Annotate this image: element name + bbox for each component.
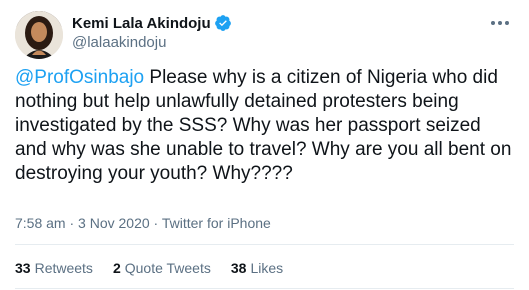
tweet-text: @ProfOsinbajo Please why is a citizen of… [15, 66, 515, 186]
tweet-source[interactable]: Twitter for iPhone [162, 215, 271, 231]
meta-separator-2: · [149, 215, 162, 231]
quote-tweets-count: 2 [112, 260, 121, 276]
quote-tweets-stat[interactable]: 2 Quote Tweets [113, 260, 211, 276]
retweets-stat[interactable]: 33 Retweets [15, 260, 93, 276]
avatar[interactable] [15, 11, 63, 59]
mention-link[interactable]: @ProfOsinbajo [15, 67, 144, 88]
avatar-image [15, 11, 63, 59]
likes-count: 38 [230, 260, 247, 276]
tweet-metadata: 7:58 am · 3 Nov 2020 · Twitter for iPhon… [15, 215, 271, 231]
retweets-count: 33 [15, 260, 31, 276]
quote-tweets-label: Quote Tweets [124, 260, 211, 276]
verified-badge-icon [214, 14, 232, 32]
likes-label: Likes [250, 260, 284, 276]
tweet-date[interactable]: 3 Nov 2020 [78, 215, 150, 231]
tweet-time[interactable]: 7:58 am [15, 215, 66, 231]
tweet-card: Kemi Lala Akindoju @lalaakindoju @ProfOs… [0, 0, 529, 290]
divider [15, 244, 514, 245]
retweets-label: Retweets [34, 260, 93, 276]
likes-stat[interactable]: 38 Likes [231, 260, 283, 276]
more-options-icon[interactable] [489, 18, 511, 28]
author-name-row: Kemi Lala Akindoju [72, 14, 232, 32]
divider-bottom [15, 288, 514, 289]
meta-separator: · [65, 215, 79, 231]
author-handle[interactable]: @lalaakindoju [72, 34, 166, 51]
engagement-stats: 33 Retweets 2 Quote Tweets 38 Likes [15, 260, 303, 276]
author-display-name[interactable]: Kemi Lala Akindoju [72, 15, 211, 32]
